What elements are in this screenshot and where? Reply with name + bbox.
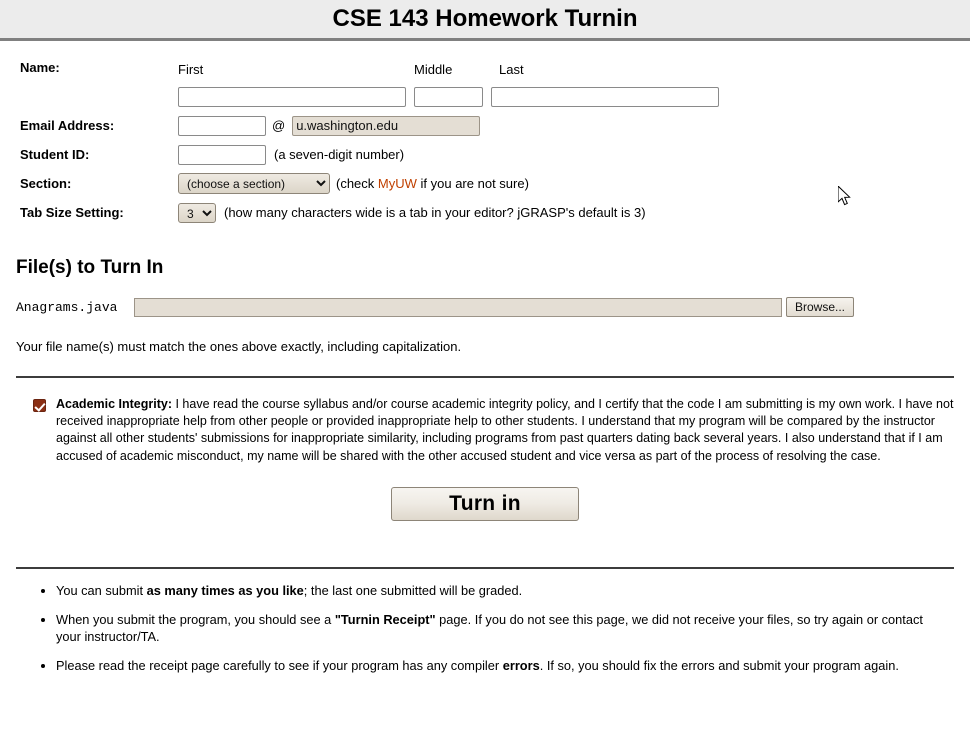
form-fields-table: Name: First Middle Last Email Address: @… — [20, 53, 729, 227]
note-pre: When you submit the program, you should … — [56, 611, 335, 627]
note-post: . If so, you should fix the errors and s… — [539, 657, 899, 673]
form-row-name-inputs — [20, 82, 729, 111]
note-pre: You can submit — [56, 582, 147, 598]
section-hint-before: (check — [336, 176, 378, 191]
student-id-hint: (a seven-digit number) — [274, 147, 405, 162]
section-label: Section: — [20, 176, 72, 191]
email-local-input[interactable] — [178, 115, 266, 136]
middle-name-input[interactable] — [414, 86, 483, 107]
note-bold: errors — [502, 657, 540, 673]
list-item: You can submit as many times as you like… — [56, 582, 936, 599]
tab-size-hint: (how many characters wide is a tab in yo… — [224, 205, 646, 220]
browse-button[interactable]: Browse... — [786, 297, 855, 317]
last-name-input[interactable] — [491, 86, 719, 107]
turnin-form: Name: First Middle Last Email Address: @… — [0, 41, 970, 227]
section-select[interactable]: (choose a section) — [178, 173, 330, 194]
student-id-input[interactable] — [178, 144, 266, 165]
student-id-label: Student ID: — [20, 147, 90, 162]
list-item: When you submit the program, you should … — [56, 611, 936, 645]
student-id-field-cell: (a seven-digit number) — [178, 140, 729, 169]
submit-area: Turn in — [0, 486, 970, 521]
section-field-cell: (choose a section) (check MyUW if you ar… — [178, 169, 729, 198]
section-hint-after: if you are not sure) — [416, 176, 529, 191]
email-label: Email Address: — [20, 118, 115, 133]
note-bold: as many times as you like — [146, 582, 304, 598]
name-column-headers: First Middle Last — [178, 53, 729, 82]
section-hint: (check MyUW if you are not sure) — [336, 176, 529, 191]
academic-integrity-block: Academic Integrity: I have read the cour… — [16, 396, 954, 465]
academic-integrity-text: Academic Integrity: I have read the cour… — [56, 396, 954, 465]
academic-integrity-heading: Academic Integrity: — [56, 397, 173, 411]
divider-bottom — [16, 566, 954, 569]
file-upload-row: Anagrams.java Browse... — [16, 297, 970, 317]
tab-size-field-cell: 3 (how many characters wide is a tab in … — [178, 198, 729, 227]
file-name-note: Your file name(s) must match the ones ab… — [16, 339, 462, 354]
myuw-link[interactable]: MyUW — [378, 176, 417, 191]
first-name-header: First — [178, 61, 204, 77]
form-row-tab-size: Tab Size Setting: 3 (how many characters… — [20, 198, 729, 227]
form-row-name: Name: First Middle Last — [20, 53, 729, 82]
academic-integrity-body: I have read the course syllabus and/or c… — [56, 397, 954, 463]
name-label-spacer — [20, 82, 178, 111]
last-name-header: Last — [499, 61, 524, 77]
page-header: CSE 143 Homework Turnin — [0, 0, 970, 41]
name-label: Name: — [20, 60, 60, 75]
instructions-list: You can submit as many times as you like… — [0, 582, 970, 674]
first-name-input[interactable] — [178, 86, 406, 107]
list-item: Please read the receipt page carefully t… — [56, 657, 936, 674]
note-pre: Please read the receipt page carefully t… — [56, 657, 503, 673]
page-title: CSE 143 Homework Turnin — [332, 5, 638, 32]
form-row-email: Email Address: @ — [20, 111, 729, 140]
note-post: ; the last one submitted will be graded. — [303, 582, 523, 598]
files-section-title: File(s) to Turn In — [16, 257, 164, 278]
turn-in-button[interactable]: Turn in — [391, 486, 579, 521]
tab-size-select[interactable]: 3 — [178, 202, 216, 223]
middle-name-header: Middle — [414, 61, 453, 77]
form-row-student-id: Student ID: (a seven-digit number) — [20, 140, 729, 169]
name-inputs-cell — [178, 82, 729, 111]
at-symbol: @ — [272, 118, 286, 133]
file-name-label: Anagrams.java — [16, 299, 118, 315]
email-field-cell: @ — [178, 111, 729, 140]
form-row-section: Section: (choose a section) (check MyUW … — [20, 169, 729, 198]
email-domain-field — [292, 115, 481, 136]
note-bold: "Turnin Receipt" — [334, 611, 436, 627]
tab-size-label: Tab Size Setting: — [20, 205, 124, 220]
file-path-input[interactable] — [134, 297, 782, 317]
academic-integrity-checkbox[interactable] — [33, 399, 46, 412]
divider-top — [16, 376, 954, 378]
